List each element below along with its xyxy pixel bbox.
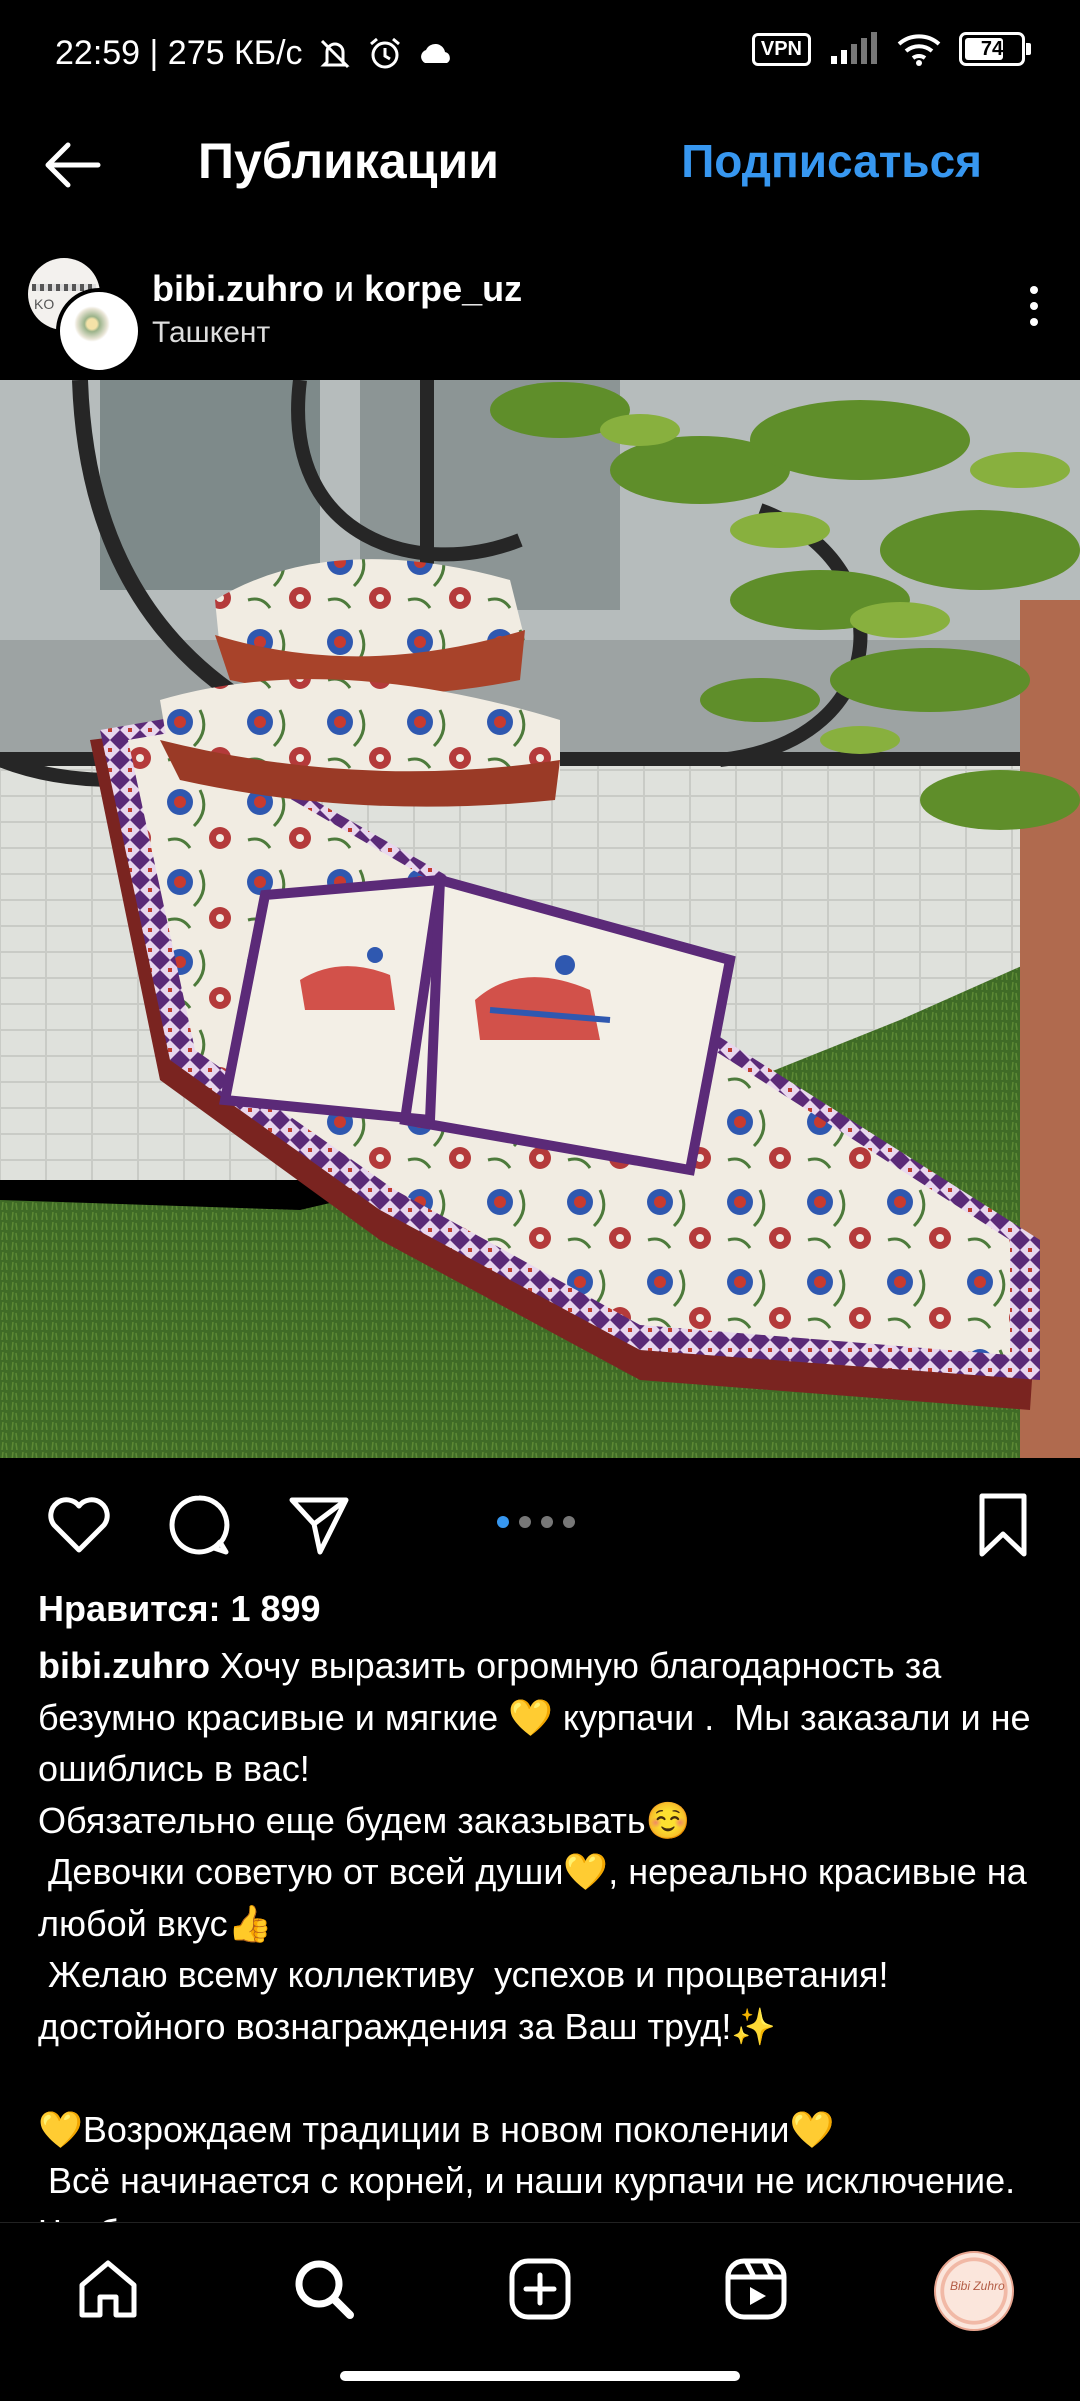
caption-username[interactable]: bibi.zuhro — [38, 1645, 210, 1686]
home-icon[interactable] — [72, 2253, 144, 2325]
home-indicator[interactable] — [340, 2371, 740, 2381]
post-actions — [0, 1480, 1080, 1570]
create-icon[interactable] — [504, 2253, 576, 2325]
likes-count[interactable]: Нравится: 1 899 — [38, 1588, 321, 1630]
post-header: KO bibi.zuhro и korpe_uz Ташкент — [0, 250, 1080, 374]
search-icon[interactable] — [288, 2253, 360, 2325]
battery-indicator: 74 — [959, 32, 1031, 66]
top-nav: Публикации Подписаться — [0, 110, 1080, 220]
comment-icon[interactable] — [164, 1490, 234, 1560]
heart-icon[interactable] — [44, 1490, 114, 1560]
post-caption: bibi.zuhro Хочу выразить огромную благод… — [38, 1640, 1048, 2225]
avatar[interactable] — [56, 288, 142, 374]
carousel-dot — [497, 1516, 509, 1528]
post-image[interactable] — [0, 380, 1080, 1458]
vpn-badge: VPN — [751, 32, 811, 66]
follow-button[interactable]: Подписаться — [681, 134, 982, 188]
reels-icon[interactable] — [720, 2253, 792, 2325]
alarm-icon — [369, 37, 400, 68]
cloud-icon — [420, 43, 450, 63]
share-icon[interactable] — [284, 1490, 354, 1560]
post-usernames[interactable]: bibi.zuhro и korpe_uz — [152, 268, 522, 310]
carousel-dot — [563, 1516, 575, 1528]
carousel-dot — [541, 1516, 553, 1528]
wifi-icon — [897, 34, 941, 66]
status-time: 22:59 | 275 КБ/с — [55, 34, 303, 72]
carousel-dot — [519, 1516, 531, 1528]
status-bar: 22:59 | 275 КБ/с VPN 74 — [0, 0, 1080, 110]
caption-text: Хочу выразить огромную благодарность за … — [38, 1645, 1031, 2225]
profile-avatar[interactable]: Bibi Zuhro — [934, 2251, 1014, 2331]
carousel-indicator — [497, 1516, 575, 1528]
username-link[interactable]: korpe_uz — [364, 268, 522, 309]
bookmark-icon[interactable] — [968, 1490, 1038, 1560]
username-link[interactable]: bibi.zuhro — [152, 268, 324, 309]
back-button[interactable] — [38, 130, 108, 200]
signal-icon — [831, 32, 877, 64]
more-options-icon[interactable] — [1028, 286, 1040, 336]
page-title: Публикации — [198, 133, 499, 189]
post-location[interactable]: Ташкент — [152, 316, 270, 350]
bottom-nav: Bibi Zuhro — [0, 2222, 1080, 2401]
mute-icon — [319, 39, 350, 68]
